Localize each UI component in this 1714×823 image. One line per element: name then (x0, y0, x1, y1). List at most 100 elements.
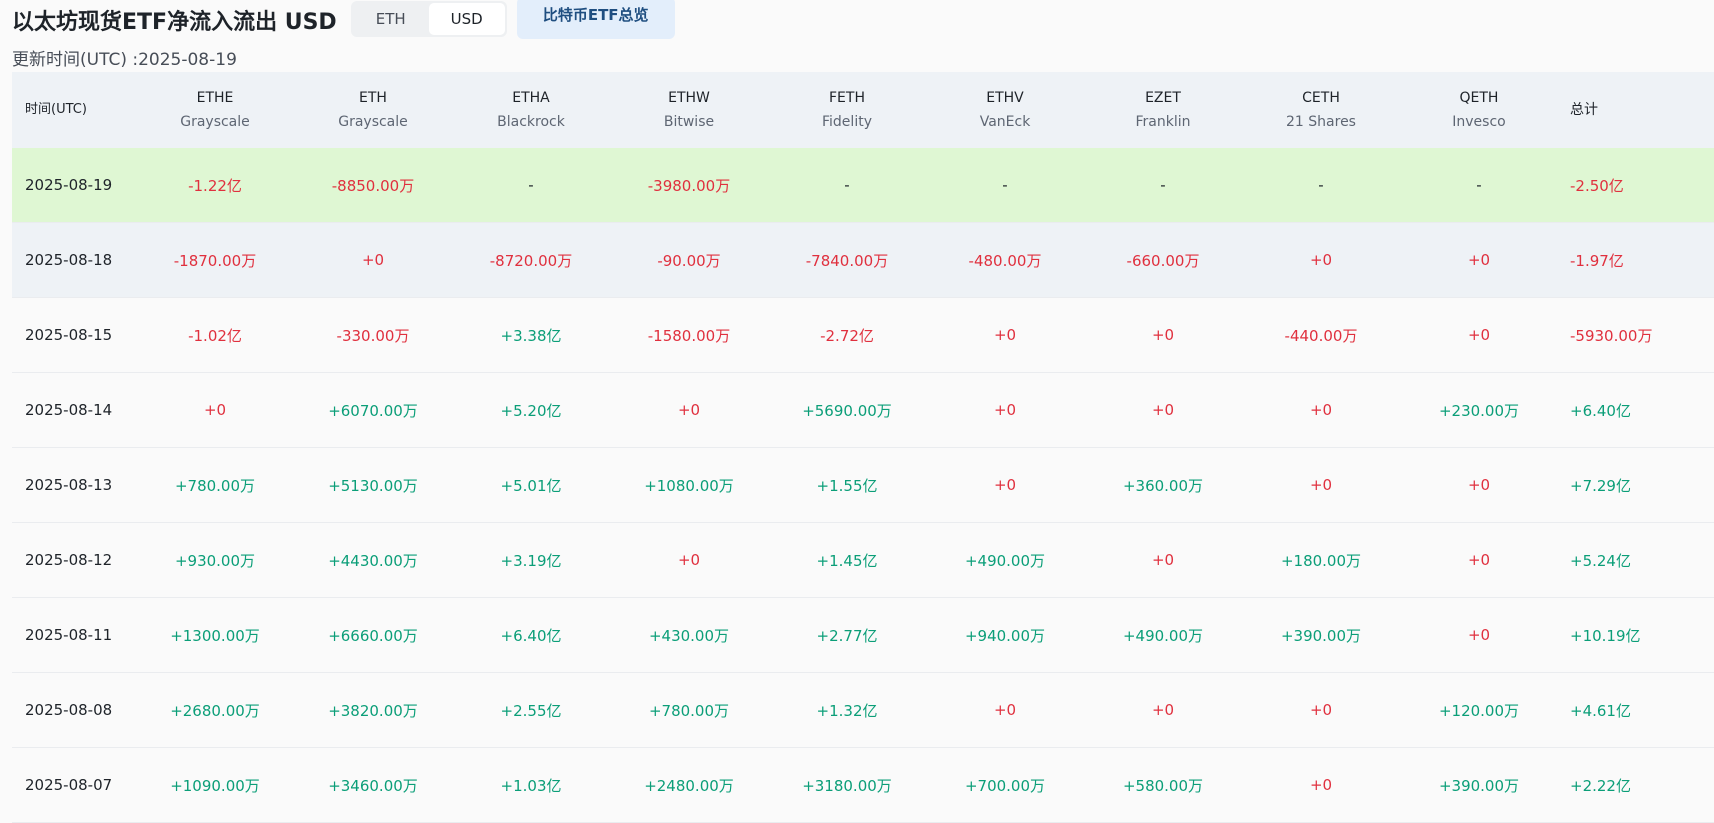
fund-ticker: ETHA (512, 90, 550, 106)
fund-ticker: CETH (1302, 90, 1340, 106)
flow-value-cell: +1.45亿 (816, 551, 878, 570)
unit-toggle: ETH USD (350, 1, 507, 37)
row-total: +5.24亿 (1570, 551, 1631, 570)
table-row[interactable]: 2025-08-08 +2680.00万 +3820.00万 +2.55亿 +780.0… (12, 673, 1714, 748)
flow-value-cell: +0 (1151, 701, 1175, 719)
flow-value-cell: +1090.00万 (170, 776, 260, 795)
flow-value-cell: +0 (677, 401, 701, 419)
fund-issuer: Bitwise (663, 114, 715, 130)
flow-value-cell: +0 (1309, 476, 1333, 494)
table-row[interactable]: 2025-08-19 -1.22亿 -8850.00万 - -3980.00万 - - - - -… (12, 148, 1714, 223)
flow-value-cell: -90.00万 (657, 251, 721, 270)
flow-value-cell: +0 (993, 326, 1017, 344)
flow-value-cell: +360.00万 (1122, 476, 1204, 495)
fund-ticker: ETH (359, 90, 387, 106)
flow-value-cell: -330.00万 (336, 326, 410, 345)
table-row[interactable]: 2025-08-07 +1090.00万 +3460.00万 +1.03亿 +2480.… (12, 748, 1714, 823)
flow-value-cell: +180.00万 (1280, 551, 1362, 570)
fund-issuer: VanEck (979, 114, 1031, 130)
row-total: +2.22亿 (1570, 776, 1631, 795)
fund-ticker: ETHV (986, 90, 1024, 106)
flow-value-cell: +2480.00万 (644, 776, 734, 795)
row-total: -1.97亿 (1570, 251, 1624, 270)
flow-value-cell: +0 (993, 476, 1017, 494)
flow-value-cell: +940.00万 (964, 626, 1046, 645)
flow-value-cell: +930.00万 (174, 551, 256, 570)
row-date: 2025-08-08 (25, 701, 113, 719)
update-time: 更新时间(UTC) :2025-08-19 (12, 50, 237, 70)
flow-value-cell: - (1160, 176, 1166, 194)
row-date: 2025-08-12 (25, 551, 113, 569)
fund-column-header: ETHV VanEck (926, 86, 1084, 134)
flow-value-cell: +1.55亿 (816, 476, 878, 495)
flow-value-cell: - (1318, 176, 1324, 194)
flow-value-cell: -1.22亿 (188, 176, 242, 195)
flow-value-cell: +0 (1151, 326, 1175, 344)
flow-value-cell: -7840.00万 (805, 251, 889, 270)
fund-ticker: EZET (1145, 90, 1181, 106)
page-header: 以太坊现货ETF净流入流出 USD ETH USD 比特币ETF总览 (12, 0, 675, 42)
row-date: 2025-08-15 (25, 326, 113, 344)
flow-value-cell: +120.00万 (1438, 701, 1520, 720)
fund-column-header: ETHA Blackrock (452, 86, 610, 134)
flow-value-cell: +0 (1309, 776, 1333, 794)
flow-value-cell: - (844, 176, 850, 194)
flow-value-cell: -440.00万 (1284, 326, 1358, 345)
row-total: +10.19亿 (1570, 626, 1641, 645)
flow-value-cell: +6070.00万 (328, 401, 418, 420)
btc-etf-overview-button[interactable]: 比特币ETF总览 (516, 0, 675, 39)
flow-value-cell: +5.01亿 (500, 476, 562, 495)
row-date: 2025-08-11 (25, 626, 113, 644)
flow-value-cell: +0 (993, 701, 1017, 719)
table-row[interactable]: 2025-08-15 -1.02亿 -330.00万 +3.38亿 -1580.00万 -… (12, 298, 1714, 373)
table-row[interactable]: 2025-08-11 +1300.00万 +6660.00万 +6.40亿 +430.0… (12, 598, 1714, 673)
row-total: +4.61亿 (1570, 701, 1631, 720)
flow-value-cell: +0 (1309, 701, 1333, 719)
flow-value-cell: -8850.00万 (331, 176, 415, 195)
flow-value-cell: -480.00万 (968, 251, 1042, 270)
fund-issuer: 21 Shares (1286, 114, 1356, 130)
row-date: 2025-08-07 (25, 776, 113, 794)
row-date: 2025-08-14 (25, 401, 113, 419)
flow-value-cell: +0 (361, 251, 385, 269)
flow-value-cell: +0 (203, 401, 227, 419)
flow-value-cell: +3.19亿 (500, 551, 562, 570)
flow-value-cell: +0 (1151, 401, 1175, 419)
flow-value-cell: +0 (1151, 551, 1175, 569)
flow-value-cell: +0 (1309, 401, 1333, 419)
table-row[interactable]: 2025-08-12 +930.00万 +4430.00万 +3.19亿 +0 +1.45… (12, 523, 1714, 598)
flow-value-cell: +3820.00万 (328, 701, 418, 720)
table-header-row: 时间(UTC) ETHE Grayscale ETH Grayscale ETHA Bla… (12, 72, 1714, 148)
flow-value-cell: +700.00万 (964, 776, 1046, 795)
etf-flow-table: 时间(UTC) ETHE Grayscale ETH Grayscale ETHA Bla… (12, 72, 1714, 823)
toggle-usd-button[interactable]: USD (428, 3, 505, 35)
fund-column-header: ETHW Bitwise (610, 86, 768, 134)
table-row[interactable]: 2025-08-18 -1870.00万 +0 -8720.00万 -90.00万 -78… (12, 223, 1714, 298)
page-title: 以太坊现货ETF净流入流出 USD (12, 10, 337, 35)
table-row[interactable]: 2025-08-14 +0 +6070.00万 +5.20亿 +0 +5690.00万 +0… (12, 373, 1714, 448)
flow-value-cell: +2.77亿 (816, 626, 878, 645)
fund-issuer: Grayscale (338, 114, 408, 130)
flow-value-cell: +490.00万 (964, 551, 1046, 570)
flow-value-cell: +0 (1309, 251, 1333, 269)
flow-value-cell: +3460.00万 (328, 776, 418, 795)
flow-value-cell: -1580.00万 (647, 326, 731, 345)
fund-ticker: QETH (1459, 90, 1499, 106)
flow-value-cell: - (1476, 176, 1482, 194)
row-total: -5930.00万 (1570, 326, 1653, 345)
flow-value-cell: +6660.00万 (328, 626, 418, 645)
flow-value-cell: +5130.00万 (328, 476, 418, 495)
table-row[interactable]: 2025-08-13 +780.00万 +5130.00万 +5.01亿 +1080.0… (12, 448, 1714, 523)
flow-value-cell: +0 (1467, 326, 1491, 344)
flow-value-cell: +0 (1467, 476, 1491, 494)
flow-value-cell: +430.00万 (648, 626, 730, 645)
toggle-eth-button[interactable]: ETH (353, 3, 429, 35)
row-total: -2.50亿 (1570, 176, 1624, 195)
total-column-header: 总计 (1570, 102, 1598, 118)
fund-column-header: ETH Grayscale (294, 86, 452, 134)
flow-value-cell: +4430.00万 (328, 551, 418, 570)
fund-issuer: Fidelity (822, 114, 872, 130)
fund-column-header: CETH 21 Shares (1242, 86, 1400, 134)
flow-value-cell: +5.20亿 (500, 401, 562, 420)
flow-value-cell: +3180.00万 (802, 776, 892, 795)
